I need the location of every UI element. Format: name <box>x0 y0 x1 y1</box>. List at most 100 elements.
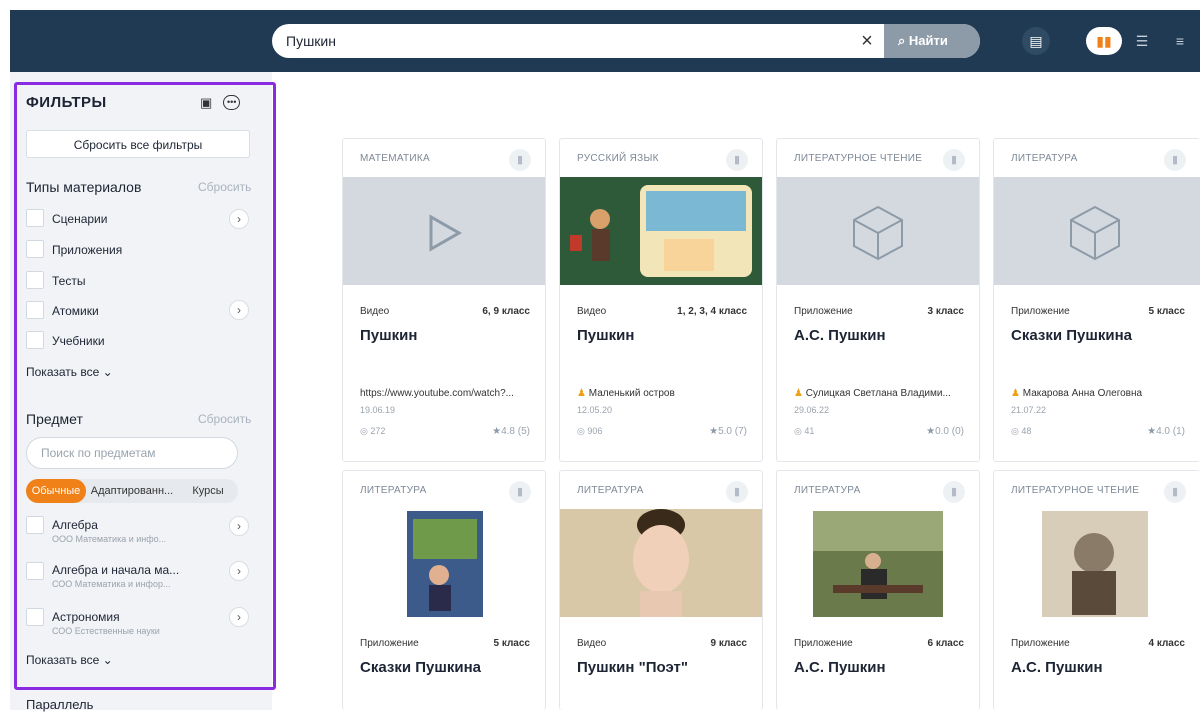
bookmark-icon[interactable]: ▮ <box>509 481 531 503</box>
author-name: Сулицкая Светлана Владими... <box>805 388 951 399</box>
subject-title: Предмет <box>26 411 83 427</box>
tab-adapted[interactable]: Адаптированн... <box>88 479 176 503</box>
card-rating: ★4.8 (5) <box>492 426 530 437</box>
card-author: ♟ Маленький остров <box>577 388 749 399</box>
checkbox-sublabel: СОО Естественные науки <box>52 626 160 636</box>
checkbox-scenarios[interactable] <box>26 209 44 227</box>
material-card[interactable]: ЛИТЕРАТУРА ▮ Приложение 5 класс Сказки П… <box>993 138 1200 462</box>
chevron-right-icon[interactable]: › <box>229 607 249 627</box>
views-count: 48 <box>1021 426 1032 436</box>
card-grade: 5 класс <box>1148 306 1185 317</box>
checkbox-astronomy[interactable] <box>26 608 44 626</box>
tab-regular[interactable]: Обычные <box>26 479 86 503</box>
card-kind: Приложение <box>360 638 419 649</box>
checkbox-label: Алгебра <box>52 518 98 532</box>
card-subject: ЛИТЕРАТУРА <box>1011 153 1078 164</box>
subject-reset-link[interactable]: Сбросить <box>198 412 251 426</box>
rating-value: 0.0 (0) <box>935 426 964 437</box>
checkbox-label: Астрономия <box>52 610 120 624</box>
material-card[interactable]: МАТЕМАТИКА ▮ Видео 6, 9 класс Пушкин htt… <box>342 138 546 462</box>
card-title: А.С. Пушкин <box>1011 659 1103 676</box>
card-kind: Приложение <box>794 306 853 317</box>
list-view-icon[interactable]: ☰ <box>1124 27 1160 55</box>
types-show-all-link[interactable]: Показать все ⌄ <box>26 365 113 379</box>
author-icon: ♟ <box>1011 388 1023 399</box>
card-thumbnail <box>343 509 545 617</box>
material-card[interactable]: ЛИТЕРАТУРА ▮ Приложение 5 класс Сказки П… <box>342 470 546 710</box>
material-card[interactable]: ЛИТЕРАТУРНОЕ ЧТЕНИЕ ▮ Приложение 4 класс… <box>993 470 1200 710</box>
checkbox-applications[interactable] <box>26 240 44 258</box>
app-placeholder <box>777 177 979 285</box>
painting-image <box>813 511 943 617</box>
cartoon-illustration <box>560 177 762 285</box>
subject-show-all-link[interactable]: Показать все ⌄ <box>26 653 113 667</box>
material-types-reset-link[interactable]: Сбросить <box>198 180 251 194</box>
chevron-right-icon[interactable]: › <box>229 209 249 229</box>
card-views: ◎ 272 <box>360 426 385 437</box>
bookmark-icon[interactable]: ▮ <box>509 149 531 171</box>
card-title: Сказки Пушкина <box>360 659 481 676</box>
video-placeholder <box>343 177 545 285</box>
star-icon: ★ <box>926 426 936 437</box>
views-icon: ◎ <box>794 426 805 436</box>
rating-value: 4.8 (5) <box>501 426 530 437</box>
grid-view-icon[interactable]: ▮▮ <box>1086 27 1122 55</box>
subject-search-input[interactable] <box>26 437 238 469</box>
search-button[interactable]: ⌕ Найти <box>884 24 980 58</box>
checkbox-tests[interactable] <box>26 271 44 289</box>
bookmark-icon[interactable]: ▮ <box>943 481 965 503</box>
compact-view-icon[interactable]: ≡ <box>1162 27 1198 55</box>
search-bar: × ⌕ Найти <box>272 24 980 58</box>
card-grade: 5 класс <box>493 638 530 649</box>
bookmark-icon[interactable]: ▮ <box>726 481 748 503</box>
checkbox-atomics[interactable] <box>26 301 44 319</box>
search-input[interactable] <box>286 24 846 58</box>
card-title: Сказки Пушкина <box>1011 327 1132 344</box>
card-subject: МАТЕМАТИКА <box>360 153 431 164</box>
author-name: Маленький остров <box>588 388 675 399</box>
play-icon <box>429 214 463 252</box>
tab-courses[interactable]: Курсы <box>184 479 232 503</box>
views-count: 906 <box>587 426 603 436</box>
card-subject: ЛИТЕРАТУРА <box>360 485 427 496</box>
portrait-image <box>633 509 689 617</box>
chevron-right-icon[interactable]: › <box>229 300 249 320</box>
chevron-right-icon[interactable]: › <box>229 516 249 536</box>
bookmark-icon[interactable]: ▮ <box>943 149 965 171</box>
card-date: 21.07.22 <box>1011 405 1047 415</box>
card-views: ◎ 41 <box>794 426 814 437</box>
reset-all-filters-button[interactable]: Сбросить все фильтры <box>26 130 250 158</box>
material-card[interactable]: ЛИТЕРАТУРНОЕ ЧТЕНИЕ ▮ Приложение 3 класс… <box>776 138 980 462</box>
card-date: 12.05.20 <box>577 405 613 415</box>
card-date: 29.06.22 <box>794 405 830 415</box>
checkbox-sublabel: СОО Математика и инфор... <box>52 579 171 589</box>
material-card[interactable]: РУССКИЙ ЯЗЫК ▮ Видео 1, 2, 3, 4 класс Пу… <box>559 138 763 462</box>
checkbox-label: Учебники <box>52 334 105 348</box>
filters-highlight-box <box>14 82 276 690</box>
chevron-right-icon[interactable]: › <box>229 561 249 581</box>
material-card[interactable]: ЛИТЕРАТУРА ▮ Видео 9 класс Пушкин "Поэт" <box>559 470 763 710</box>
bookmark-icon[interactable]: ▮ <box>1164 481 1186 503</box>
calendar-icon[interactable]: ▤ <box>1022 27 1050 55</box>
clear-search-icon[interactable]: × <box>852 24 882 58</box>
card-title: А.С. Пушкин <box>794 659 886 676</box>
views-count: 41 <box>804 426 815 436</box>
card-date: 19.06.19 <box>360 405 396 415</box>
checkbox-algebra[interactable] <box>26 516 44 534</box>
author-icon: ♟ <box>794 388 806 399</box>
save-filters-icon[interactable]: ▣ <box>200 95 212 111</box>
more-options-icon[interactable]: ••• <box>223 95 241 110</box>
material-card[interactable]: ЛИТЕРАТУРА ▮ Приложение 6 класс А.С. Пуш… <box>776 470 980 710</box>
card-subject: ЛИТЕРАТУРНОЕ ЧТЕНИЕ <box>794 153 923 164</box>
checkbox-algebra-analysis[interactable] <box>26 562 44 580</box>
rating-value: 5.0 (7) <box>718 426 747 437</box>
card-grade: 6, 9 класс <box>482 306 530 317</box>
top-bar: × ⌕ Найти ▤ ▮▮ ☰ ≡ <box>10 10 1200 72</box>
bookmark-icon[interactable]: ▮ <box>726 149 748 171</box>
bookmark-icon[interactable]: ▮ <box>1164 149 1186 171</box>
app-placeholder <box>994 177 1200 285</box>
checkbox-textbooks[interactable] <box>26 331 44 349</box>
card-title: Пушкин <box>577 327 635 344</box>
checkbox-label: Атомики <box>52 304 99 318</box>
card-rating: ★4.0 (1) <box>1147 426 1185 437</box>
